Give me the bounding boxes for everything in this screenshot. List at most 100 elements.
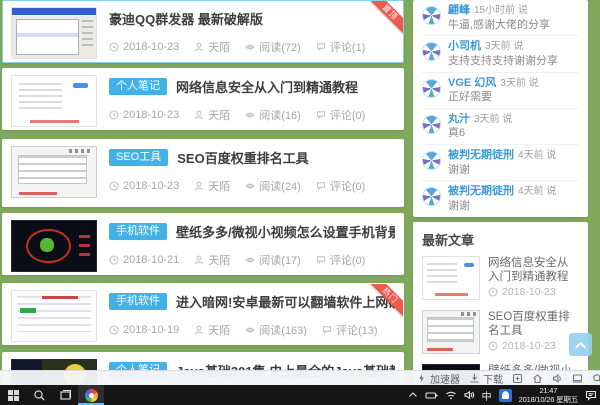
commenter-name[interactable]: 翩峰 (448, 4, 470, 16)
article-title[interactable]: 进入暗网!安卓最新可以翻墙软件上网破解版 (176, 292, 395, 311)
action-center-icon[interactable] (585, 390, 597, 401)
comment-item[interactable]: 被判无期徒刑 4天前 说 谢谢 (422, 181, 579, 216)
category-tag[interactable]: 手机软件 (109, 223, 167, 240)
article-thumbnail[interactable] (11, 290, 97, 342)
battery-icon[interactable] (425, 391, 438, 400)
screen-button[interactable] (572, 373, 583, 384)
home-button[interactable] (532, 373, 543, 384)
search-icon (33, 389, 46, 402)
article-meta: 2018-10-23 天陌 阅读(72) 评论(1) (109, 39, 395, 55)
article-card[interactable]: 热门 手机软件 进入暗网!安卓最新可以翻墙软件上网破解版 2018-10-19 … (2, 283, 404, 345)
latest-article-item[interactable]: 网络信息安全从入门到精通教程 2018-10-23 (422, 251, 579, 305)
article-comment-count: 评论(0) (330, 178, 365, 194)
comment-item[interactable]: 被判无期徒刑 4天前 说 谢谢 (422, 145, 579, 181)
article-author: 天陌 (208, 252, 230, 268)
article-card[interactable]: SEO工具 SEO百度权重排名工具 2018-10-23 天陌 阅读(24) 评… (2, 139, 404, 207)
comment-text: 牛逼,感谢大佬的分享 (448, 19, 550, 32)
article-card[interactable]: 手机软件 壁纸多多/微视小视频怎么设置手机背景 2018-10-21 天陌 阅读… (2, 213, 404, 275)
latest-article-item[interactable]: SEO百度权重排名工具 2018-10-23 (422, 305, 579, 359)
commenter-name[interactable]: 丸汁 (448, 113, 470, 125)
recent-comments-panel: 翩峰15小时前 说 牛逼,感谢大佬的分享 小司机3天前 说 支持支持支持谢谢分享… (413, 0, 588, 217)
task-view-icon (59, 389, 72, 402)
article-author: 天陌 (208, 322, 230, 338)
comment-item[interactable]: 小司机3天前 说 支持支持支持谢谢分享 (422, 36, 579, 72)
article-title[interactable]: 壁纸多多/微视小视频怎么设置手机背景 (176, 222, 395, 241)
article-reads: 阅读(16) (259, 107, 301, 123)
sidebar: 翩峰15小时前 说 牛逼,感谢大佬的分享 小司机3天前 说 支持支持支持谢谢分享… (413, 0, 588, 405)
latest-article-thumbnail[interactable] (422, 310, 480, 354)
avatar (422, 187, 441, 206)
volume-icon[interactable] (464, 390, 475, 400)
article-title[interactable]: 豪迪QQ群发器 最新破解版 (109, 9, 263, 28)
commenter-name[interactable]: 被判无期徒刑 (448, 185, 514, 197)
commenter-name[interactable]: VGE 幻风 (448, 77, 496, 89)
add-widget-button[interactable] (512, 373, 523, 384)
article-card[interactable]: 置顶 豪迪QQ群发器 最新破解版 2018-10-23 天陌 阅读(72) 评论… (2, 0, 404, 63)
comment-text: 谢谢 (448, 164, 556, 177)
article-thumbnail[interactable] (11, 75, 97, 127)
latest-article-title[interactable]: 网络信息安全从入门到精通教程 (488, 256, 579, 285)
commenter-name[interactable]: 被判无期徒刑 (448, 149, 514, 161)
accelerator-label: 加速器 (430, 371, 460, 386)
article-title[interactable]: SEO百度权重排名工具 (177, 148, 308, 167)
article-reads: 阅读(17) (259, 252, 301, 268)
accelerator-button[interactable]: 加速器 (416, 371, 460, 386)
ime-mode-icon[interactable] (499, 389, 512, 402)
comment-icon (316, 42, 326, 52)
article-thumbnail[interactable] (11, 7, 97, 59)
comment-item[interactable]: 翩峰15小时前 说 牛逼,感谢大佬的分享 (422, 0, 579, 36)
clock-icon (109, 42, 119, 52)
comment-time: 4天前 说 (518, 150, 556, 161)
article-thumbnail[interactable] (11, 220, 97, 272)
comment-item[interactable]: VGE 幻风3天前 说 正好需要 (422, 73, 579, 109)
latest-article-thumbnail[interactable] (422, 256, 480, 300)
taskbar-date: 2018/10/26 星期五 (519, 395, 578, 404)
article-title[interactable]: 网络信息安全从入门到精通教程 (176, 77, 358, 96)
latest-article-title[interactable]: SEO百度权重排名工具 (488, 310, 579, 339)
comment-item[interactable]: 丸汁3天前 说 真6 (422, 109, 579, 145)
windows-taskbar: 中 21:47 2018/10/26 星期五 (0, 385, 600, 405)
article-comment-count: 评论(0) (330, 252, 365, 268)
comment-time: 3天前 说 (485, 41, 523, 52)
comment-text: 真6 (448, 127, 512, 140)
article-date: 2018-10-23 (123, 180, 179, 192)
article-meta: 2018-10-19 天陌 阅读(163) 评论(13) (109, 322, 395, 338)
avatar (422, 115, 441, 134)
article-author: 天陌 (208, 178, 230, 194)
comment-icon (316, 255, 326, 265)
article-meta: 2018-10-21 天陌 阅读(17) 评论(0) (109, 252, 395, 268)
article-reads: 阅读(163) (259, 322, 307, 338)
download-icon (469, 373, 480, 384)
taskbar-search-button[interactable] (26, 385, 52, 405)
user-icon (194, 110, 204, 120)
download-label: 下载 (483, 371, 503, 386)
comment-icon (316, 110, 326, 120)
start-button[interactable] (0, 385, 26, 405)
category-tag[interactable]: 个人笔记 (109, 78, 167, 95)
task-view-button[interactable] (52, 385, 78, 405)
speaker-icon (552, 373, 563, 384)
tray-chevron-up-icon[interactable] (408, 391, 418, 399)
article-comment-count: 评论(0) (330, 107, 365, 123)
browser-taskbar-button[interactable] (78, 385, 104, 405)
ime-language-indicator[interactable]: 中 (482, 388, 492, 403)
eye-icon (245, 110, 255, 120)
chevron-up-icon (574, 340, 587, 350)
download-button[interactable]: 下载 (469, 371, 503, 386)
article-thumbnail[interactable] (11, 146, 97, 198)
comment-time: 4天前 说 (518, 186, 556, 197)
article-card[interactable]: 个人笔记 网络信息安全从入门到精通教程 2018-10-23 天陌 阅读(16)… (2, 68, 404, 130)
taskbar-clock[interactable]: 21:47 2018/10/26 星期五 (519, 386, 578, 404)
home-icon (532, 373, 543, 384)
mute-button[interactable] (552, 373, 563, 384)
category-tag[interactable]: 手机软件 (109, 293, 167, 310)
comment-text: 谢谢 (448, 200, 556, 213)
wifi-icon[interactable] (445, 390, 457, 400)
find-button[interactable] (592, 373, 600, 384)
commenter-name[interactable]: 小司机 (448, 40, 481, 52)
comment-text: 正好需要 (448, 91, 539, 104)
article-author: 天陌 (208, 107, 230, 123)
clock-icon (488, 287, 498, 297)
back-to-top-button[interactable] (569, 333, 592, 356)
category-tag[interactable]: SEO工具 (109, 149, 168, 166)
